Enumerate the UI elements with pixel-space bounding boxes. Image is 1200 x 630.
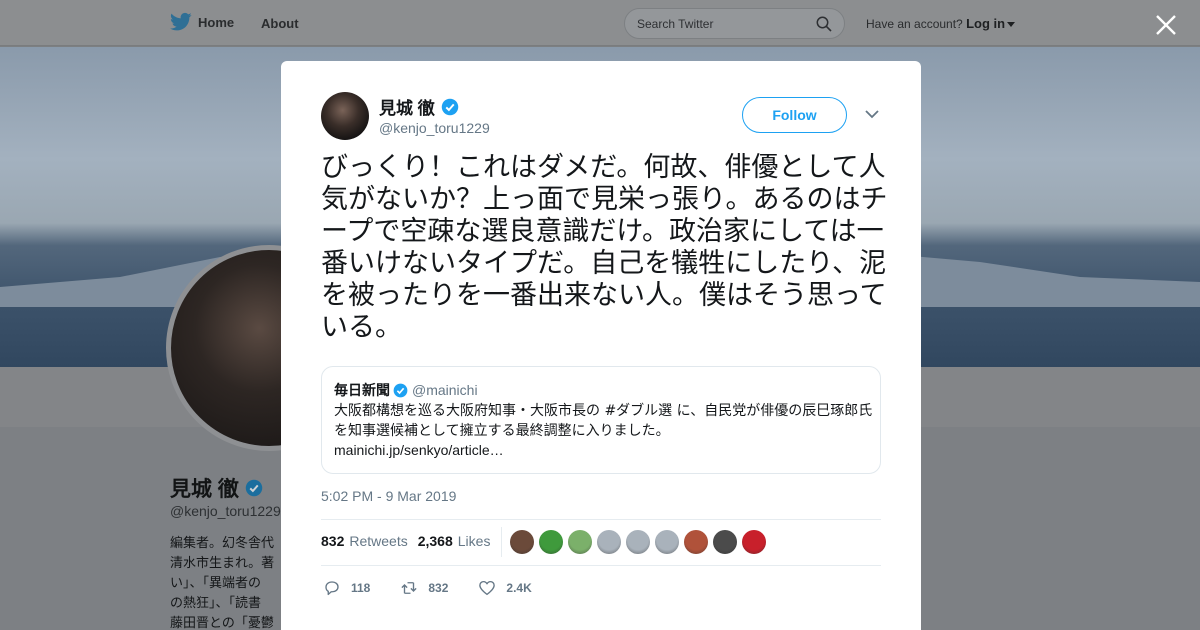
tweet-text: びっくり！これはダメだ。何故、俳優として人気がないか？上っ面で見栄っ張り。あるの…	[321, 152, 888, 343]
chevron-down-icon[interactable]	[1007, 22, 1016, 28]
liker-avatar[interactable]	[742, 530, 766, 554]
search-icon[interactable]	[816, 16, 832, 32]
profile-bio-line: い」、「異端者の	[170, 575, 262, 590]
liker-avatars	[510, 530, 771, 554]
retweet-button[interactable]: 832	[400, 579, 448, 597]
quoted-author-name: 毎日新聞	[334, 382, 390, 398]
profile-bio-line: 編集者。幻冬舎代	[170, 535, 275, 550]
account-login: Have an account? Log in	[866, 16, 1016, 31]
heart-icon	[479, 580, 496, 596]
quoted-tweet-link[interactable]: mainichi.jp/senkyo/article…	[334, 442, 504, 458]
nav-home-link[interactable]: Home	[170, 12, 234, 32]
search-input[interactable]	[637, 15, 807, 33]
nav-about-link[interactable]: About	[261, 16, 299, 31]
like-count: 2.4K	[506, 581, 532, 595]
divider	[321, 565, 881, 566]
author-avatar[interactable]	[321, 92, 369, 140]
liker-avatar[interactable]	[597, 530, 621, 554]
liker-avatar[interactable]	[539, 530, 563, 554]
close-icon[interactable]	[1154, 13, 1178, 37]
twitter-bird-icon	[170, 12, 192, 31]
liker-avatar[interactable]	[626, 530, 650, 554]
verified-badge-icon	[441, 98, 458, 115]
likes-count[interactable]: 2,368	[418, 533, 453, 549]
author-name[interactable]: 見城 徹	[379, 94, 459, 119]
login-link[interactable]: Log in	[966, 16, 1005, 31]
tweet-timestamp[interactable]: 5:02 PM - 9 Mar 2019	[321, 488, 456, 504]
profile-bio-line: の熱狂」、「読書	[170, 595, 262, 610]
tweet-actions: 118 832 2.4K	[323, 579, 562, 597]
profile-bio-line: 清水市生まれ。著	[170, 555, 275, 570]
search-box	[624, 8, 845, 39]
profile-bio-line: 藤田晋との「憂鬱	[170, 615, 274, 630]
reply-button[interactable]: 118	[323, 579, 370, 597]
divider	[321, 519, 881, 520]
quoted-tweet[interactable]: 毎日新聞 @mainichi 大阪都構想を巡る大阪府知事・大阪市長の #ダブル選…	[321, 366, 881, 474]
retweet-icon	[401, 582, 417, 594]
likes-label[interactable]: Likes	[458, 533, 491, 549]
chevron-down-icon[interactable]	[865, 109, 879, 119]
retweet-count: 832	[428, 581, 449, 595]
top-navigation-bar: Home About Have an account? Log in	[0, 0, 1200, 46]
quoted-tweet-header: 毎日新聞 @mainichi	[334, 380, 478, 400]
like-button[interactable]: 2.4K	[478, 579, 532, 597]
retweets-count[interactable]: 832	[321, 533, 344, 549]
verified-badge-icon	[393, 383, 408, 397]
nav-home-label: Home	[198, 14, 235, 30]
liker-avatar[interactable]	[713, 530, 737, 554]
reply-count: 118	[351, 581, 371, 595]
tweet-stats: 832 Retweets 2,368 Likes	[321, 533, 490, 549]
follow-button[interactable]: Follow	[742, 97, 847, 133]
profile-name: 見城 徹	[170, 473, 263, 503]
liker-avatar[interactable]	[510, 530, 534, 554]
profile-name-text: 見城 徹	[170, 478, 239, 501]
divider	[501, 527, 502, 557]
author-handle[interactable]: @kenjo_toru1229	[379, 120, 490, 136]
quoted-author-handle: @mainichi	[412, 382, 478, 398]
reply-icon	[325, 581, 339, 596]
profile-handle: @kenjo_toru1229	[170, 503, 281, 519]
liker-avatar[interactable]	[655, 530, 679, 554]
quoted-tweet-text: 大阪都構想を巡る大阪府知事・大阪市長の #ダブル選 に、自民党が俳優の辰巳琢郎氏…	[334, 403, 873, 439]
profile-bio: 編集者。幻冬舎代 清水市生まれ。著 い」、「異端者の の熱狂」、「読書 藤田晋と…	[170, 533, 282, 630]
retweets-label[interactable]: Retweets	[349, 533, 407, 549]
author-name-text: 見城 徹	[379, 99, 435, 118]
liker-avatar[interactable]	[568, 530, 592, 554]
verified-badge-icon	[245, 479, 263, 497]
account-prompt: Have an account?	[866, 17, 963, 31]
tweet-modal: 見城 徹 @kenjo_toru1229 Follow びっくり！これはダメだ。…	[281, 61, 921, 630]
liker-avatar[interactable]	[684, 530, 708, 554]
